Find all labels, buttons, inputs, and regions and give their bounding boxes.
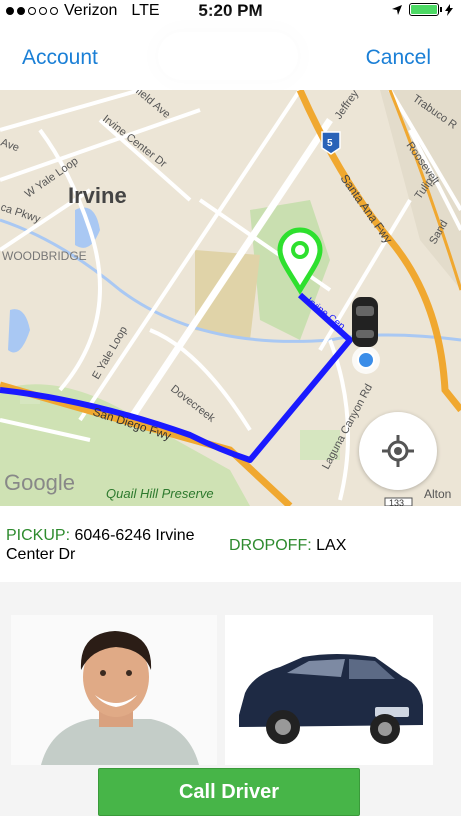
call-driver-button[interactable]: Call Driver (98, 768, 360, 816)
car-icon (352, 297, 378, 347)
campus-area (195, 250, 260, 340)
pond (8, 309, 30, 353)
field-ave-label: field Ave (133, 90, 172, 121)
vehicle-image (225, 615, 433, 765)
dropoff-address: LAX (316, 537, 347, 554)
driver-avatar (11, 615, 217, 765)
route-5-label: 5 (327, 138, 333, 149)
google-logo: Google (4, 470, 75, 495)
ave-label: Ave (0, 137, 21, 155)
trip-info: PICKUP: 6046-6246 Irvine Center Dr DROPO… (0, 506, 461, 582)
battery-icon (409, 3, 442, 16)
status-bar: Verizon LTE 5:20 PM (0, 0, 461, 24)
car-photo (225, 615, 433, 765)
pickup-label: PICKUP: (6, 527, 71, 544)
jeffrey-label: Jeffrey (333, 90, 362, 122)
pickup-info: PICKUP: 6046-6246 Irvine Center Dr (6, 526, 226, 564)
account-button[interactable]: Account (22, 46, 98, 70)
dropoff-info: DROPOFF: LAX (229, 537, 346, 555)
cancel-button[interactable]: Cancel (366, 46, 431, 70)
dovecreek-label: Dovecreek (168, 383, 217, 425)
nav-title-blank (158, 32, 298, 80)
charging-bolt-icon (445, 3, 453, 16)
driver-photo (11, 615, 217, 765)
status-right (391, 3, 453, 16)
user-location-dot (357, 351, 375, 369)
nav-bar: Account Cancel (0, 24, 461, 90)
route-133-label: 133 (389, 498, 404, 506)
crosshair-icon (382, 435, 414, 467)
locate-button[interactable] (359, 412, 437, 490)
city-label: Irvine (68, 183, 127, 208)
dropoff-label: DROPOFF: (229, 537, 312, 554)
alton-label: Alton (424, 487, 451, 501)
santa-ana-fwy-label: Santa Ana Fwy (338, 172, 396, 246)
location-arrow-icon (392, 4, 402, 15)
woodbridge-label: WOODBRIDGE (2, 249, 87, 263)
quail-hill-label: Quail Hill Preserve (106, 486, 214, 501)
